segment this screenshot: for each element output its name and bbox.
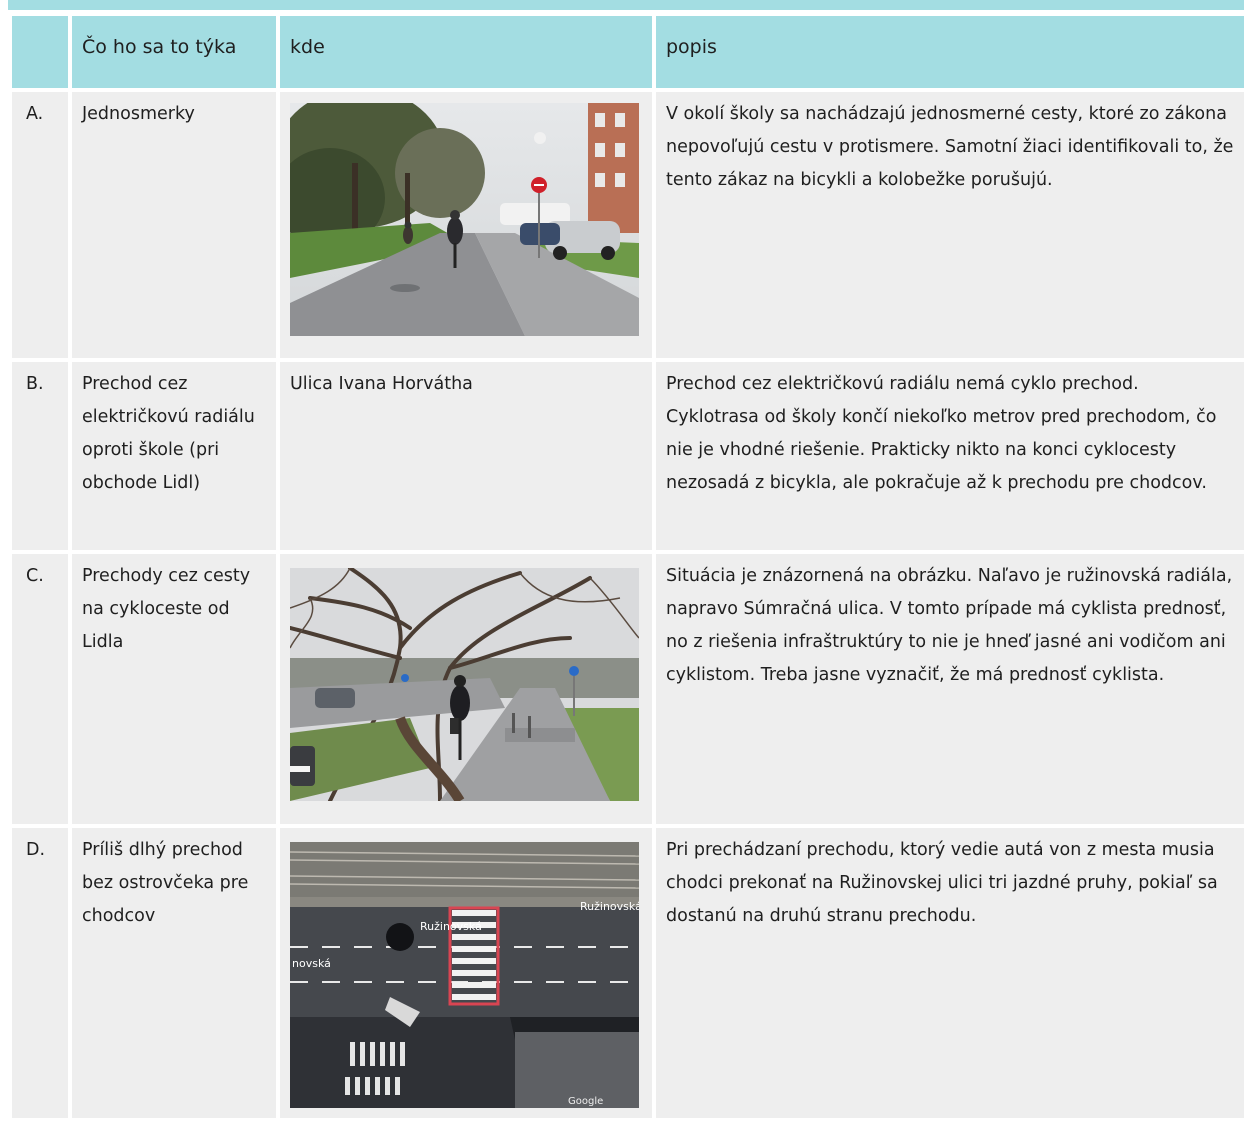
table-header-row: Čo ho sa to týka kde popis <box>12 16 1244 88</box>
row-description: Prechod cez električkovú radiálu nemá cy… <box>656 362 1244 550</box>
table-row: D. Príliš dlhý prechod bez ostrovčeka pr… <box>12 828 1244 1118</box>
cyclists-on-one-way-street-photo <box>290 103 639 336</box>
row-letter: D. <box>12 828 68 1118</box>
document-page: Čo ho sa to týka kde popis A. Jednosmerk… <box>0 0 1244 1118</box>
map-attribution-label: Google <box>568 1096 603 1107</box>
row-where <box>280 554 652 824</box>
aerial-view-crossing-photo: Ružinovská Ružinovská novská Google <box>290 842 639 1108</box>
row-where: Ružinovská Ružinovská novská Google <box>280 828 652 1118</box>
table-row: B. Prechod cez električkovú radiálu opro… <box>12 362 1244 550</box>
row-topic: Prechod cez električkovú radiálu oproti … <box>72 362 276 550</box>
street-label: Ružinovská <box>580 900 639 913</box>
table-row: C. Prechody cez cesty na cykloceste od L… <box>12 554 1244 824</box>
row-description: V okolí školy sa nachádzajú jednosmerné … <box>656 92 1244 358</box>
row-description: Situácia je znázornená na obrázku. Naľav… <box>656 554 1244 824</box>
header-index <box>12 16 68 88</box>
row-topic: Prechody cez cesty na cykloceste od Lidl… <box>72 554 276 824</box>
table-top-border <box>8 0 1244 10</box>
header-description: popis <box>656 16 1244 88</box>
issues-table: Čo ho sa to týka kde popis A. Jednosmerk… <box>8 12 1244 1122</box>
row-where: Ulica Ivana Horvátha <box>280 362 652 550</box>
header-where: kde <box>280 16 652 88</box>
row-letter: B. <box>12 362 68 550</box>
table-row: A. Jednosmerky V okolí školy sa nachádza… <box>12 92 1244 358</box>
header-topic: Čo ho sa to týka <box>72 16 276 88</box>
row-letter: C. <box>12 554 68 824</box>
street-label: Ružinovská <box>420 920 482 933</box>
row-topic: Jednosmerky <box>72 92 276 358</box>
row-topic: Príliš dlhý prechod bez ostrovčeka pre c… <box>72 828 276 1118</box>
row-letter: A. <box>12 92 68 358</box>
row-description: Pri prechádzaní prechodu, ktorý vedie au… <box>656 828 1244 1118</box>
street-label: novská <box>292 957 331 970</box>
cyclist-on-cycle-path-under-trees-photo <box>290 568 639 801</box>
row-where <box>280 92 652 358</box>
